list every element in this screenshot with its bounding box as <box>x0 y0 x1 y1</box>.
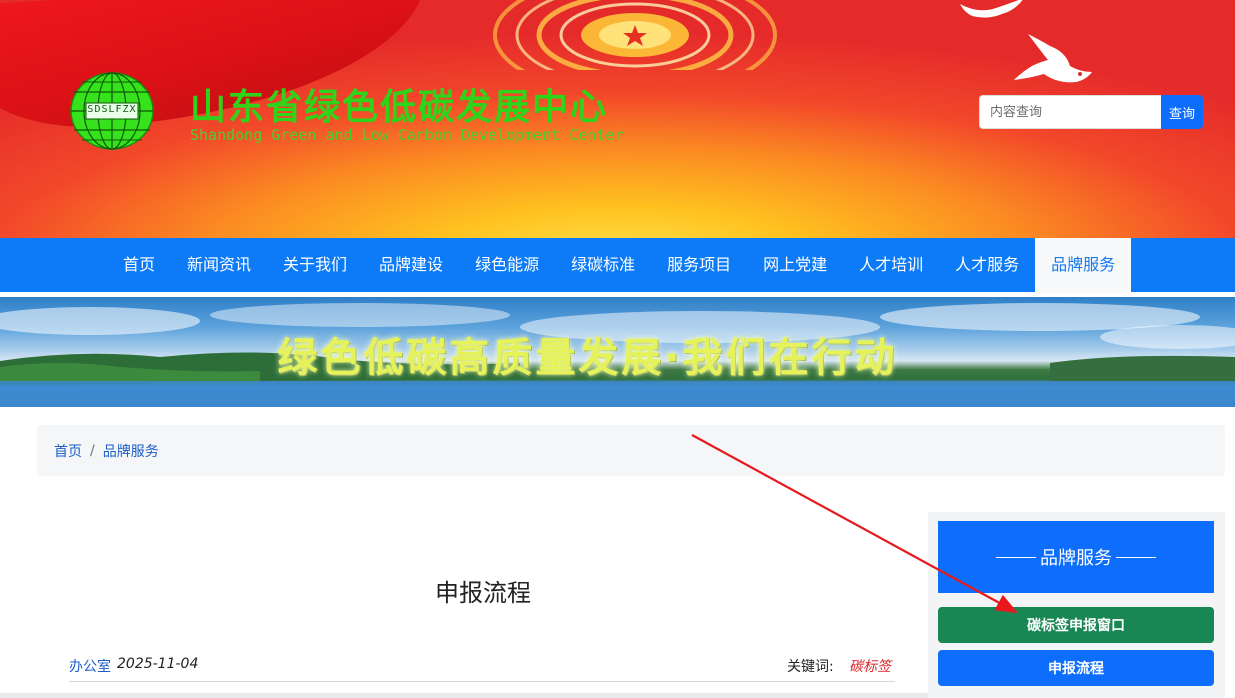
apply-process-button[interactable]: 申报流程 <box>938 650 1214 686</box>
nav-item-about[interactable]: 关于我们 <box>267 238 363 292</box>
sidebar-heading-label: 品牌服务 <box>1040 548 1112 569</box>
keyword-tag-link[interactable]: 碳标签 <box>849 656 891 676</box>
breadcrumb-home-link[interactable]: 首页 <box>54 441 82 461</box>
article-date: 2025-11-04 <box>117 656 199 672</box>
nav-item-talent-services[interactable]: 人才服务 <box>939 238 1035 292</box>
breadcrumb: 首页 / 品牌服务 <box>37 425 1225 476</box>
banner-slogan: 绿色低碳高质量发展·我们在行动 <box>277 335 898 381</box>
nav-item-party-building[interactable]: 网上党建 <box>747 238 843 292</box>
nav-item-green-energy[interactable]: 绿色能源 <box>459 238 555 292</box>
content-bottom-divider <box>0 693 928 698</box>
nav-item-brand-services[interactable]: 品牌服务 <box>1035 238 1132 293</box>
nav-item-news[interactable]: 新闻资讯 <box>171 238 267 292</box>
nav-item-service-projects[interactable]: 服务项目 <box>651 238 747 292</box>
logo-text: SDSLFZX <box>87 104 137 115</box>
heading-line-decoration <box>996 556 1036 558</box>
nav-item-training[interactable]: 人才培训 <box>843 238 939 292</box>
sidebar-heading: 品牌服务 <box>938 521 1214 593</box>
article-meta: 办公室 2025-11-04 关键词: 碳标签 <box>69 652 895 682</box>
slogan-banner: 绿色低碳高质量发展·我们在行动 <box>0 297 1235 407</box>
nav-item-brand-building[interactable]: 品牌建设 <box>363 238 459 292</box>
site-header: SDSLFZX 山东省绿色低碳发展中心 Shandong Green and L… <box>0 0 1235 238</box>
breadcrumb-current-link[interactable]: 品牌服务 <box>103 441 159 461</box>
search-button[interactable]: 查询 <box>1161 95 1203 129</box>
heading-line-decoration <box>1116 556 1156 558</box>
dove-icon <box>1014 34 1092 83</box>
article-author: 办公室 <box>69 659 111 675</box>
site-title-en: Shandong Green and Low Carbon Developmen… <box>190 126 624 144</box>
carbon-label-apply-button[interactable]: 碳标签申报窗口 <box>938 607 1214 643</box>
keywords-label: 关键词: <box>787 659 834 675</box>
article-title: 申报流程 <box>435 579 531 607</box>
nav-item-carbon-standards[interactable]: 绿碳标准 <box>555 238 651 292</box>
main-nav: 首页 新闻资讯 关于我们 品牌建设 绿色能源 绿碳标准 服务项目 网上党建 人才… <box>0 238 1235 293</box>
breadcrumb-separator: / <box>90 442 95 459</box>
sidebar: 品牌服务 碳标签申报窗口 申报流程 <box>928 512 1225 698</box>
search-input[interactable] <box>979 95 1161 129</box>
search-box: 查询 <box>979 95 1203 129</box>
emblem-rings-decoration <box>493 0 777 70</box>
dove-icon <box>960 0 1023 18</box>
site-title-cn: 山东省绿色低碳发展中心 <box>190 87 609 128</box>
nav-item-home[interactable]: 首页 <box>107 238 171 292</box>
